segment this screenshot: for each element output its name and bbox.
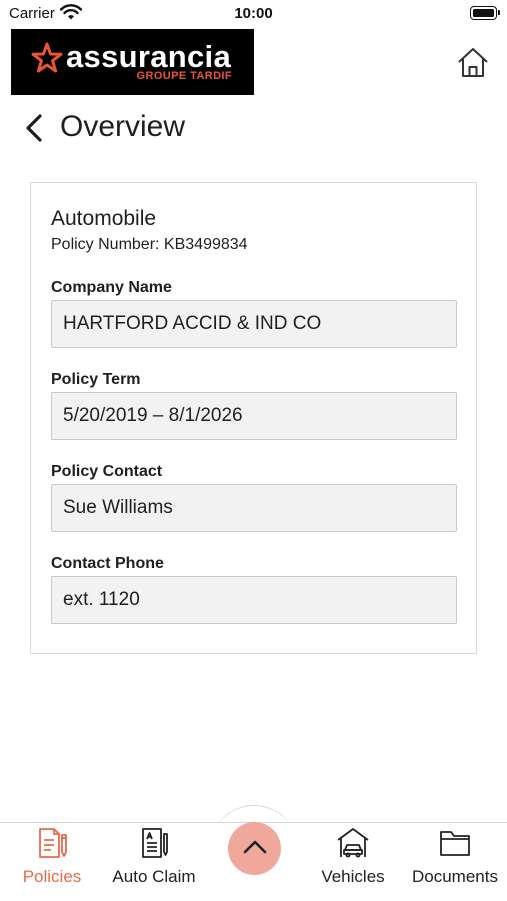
expand-menu-button[interactable] (228, 822, 281, 875)
policy-contact-label: Policy Contact (51, 463, 163, 480)
policy-type: Automobile (51, 207, 157, 230)
tab-vehicles[interactable]: Vehicles (313, 826, 393, 896)
tab-policies[interactable]: Policies (12, 826, 92, 896)
logo: assurancia GROUPE TARDIF (11, 29, 254, 95)
home-icon (458, 48, 488, 77)
home-button[interactable] (454, 45, 492, 79)
back-button[interactable] (22, 110, 46, 146)
chevron-left-icon (26, 114, 42, 142)
car-garage-icon (337, 828, 369, 858)
policy-contact-field[interactable]: Sue Williams (51, 484, 457, 532)
tab-documents-label: Documents (412, 867, 498, 886)
tab-vehicles-label: Vehicles (321, 867, 385, 886)
status-bar: Carrier 10:00 (0, 0, 507, 28)
company-name-field[interactable]: HARTFORD ACCID & IND CO (51, 300, 457, 348)
folder-icon (440, 831, 470, 856)
logo-subtitle: GROUPE TARDIF (136, 70, 232, 82)
policy-card: Automobile Policy Number: KB3499834 Comp… (30, 182, 477, 654)
tab-auto-claim[interactable]: Auto Claim (104, 826, 204, 896)
page-title: Overview (60, 110, 186, 143)
claim-form-icon (142, 828, 168, 858)
contact-phone-field[interactable]: ext. 1120 (51, 576, 457, 624)
policy-term-field[interactable]: 5/20/2019 – 8/1/2026 (51, 392, 457, 440)
document-pen-icon (39, 828, 67, 858)
battery-icon (470, 6, 500, 20)
company-name-label: Company Name (51, 279, 172, 296)
logo-star-icon (31, 42, 63, 73)
policy-number: Policy Number: KB3499834 (51, 236, 248, 253)
tab-documents[interactable]: Documents (405, 826, 505, 896)
tab-auto-claim-label: Auto Claim (112, 867, 196, 886)
contact-phone-label: Contact Phone (51, 555, 164, 572)
chevron-up-icon (243, 840, 267, 854)
clock: 10:00 (234, 5, 273, 22)
tab-policies-label: Policies (22, 867, 82, 886)
policy-term-label: Policy Term (51, 371, 141, 388)
